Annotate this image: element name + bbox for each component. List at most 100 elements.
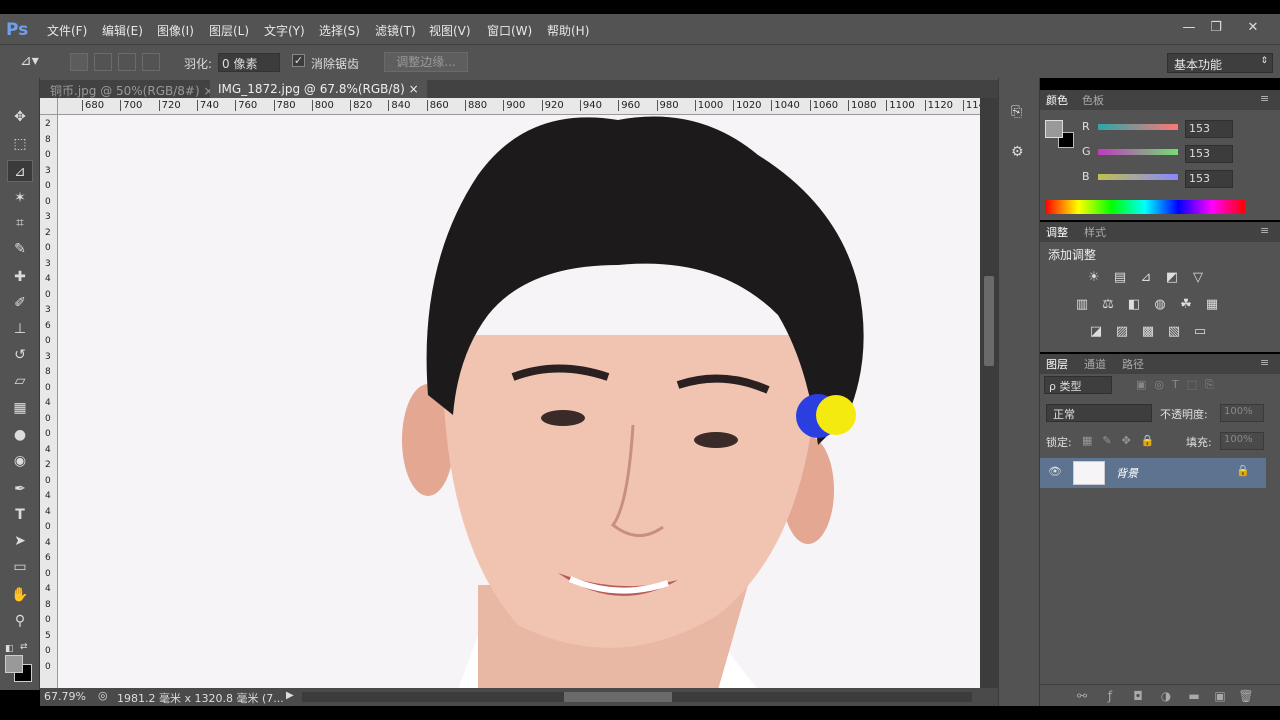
channel-r-slider[interactable] <box>1098 124 1178 130</box>
tab-adjustments[interactable]: 调整 <box>1046 224 1068 240</box>
menu-edit[interactable]: 编辑(E) <box>102 22 143 39</box>
zoom-level[interactable]: 67.79% <box>44 690 86 703</box>
image-canvas[interactable] <box>58 115 980 690</box>
eyedropper-tool-icon[interactable]: ✎ <box>7 238 33 260</box>
channel-g-slider[interactable] <box>1098 149 1178 155</box>
rectangle-tool-icon[interactable]: ▭ <box>7 556 33 578</box>
lasso-tool-icon[interactable]: ⊿ <box>7 160 33 182</box>
blur-tool-icon[interactable]: ● <box>7 424 33 446</box>
brightness-icon[interactable]: ☀ <box>1086 270 1102 286</box>
feather-input[interactable]: 0 像素 <box>218 53 280 72</box>
channel-mixer-icon[interactable]: ☘ <box>1178 297 1194 313</box>
trash-icon[interactable]: 🗑 <box>1238 689 1254 705</box>
mask-icon[interactable]: ◘ <box>1130 689 1146 705</box>
channel-b-slider[interactable] <box>1098 174 1178 180</box>
close-window-button[interactable]: ✕ <box>1243 18 1263 38</box>
menu-window[interactable]: 窗口(W) <box>487 22 532 39</box>
menu-view[interactable]: 视图(V) <box>429 22 471 39</box>
tab-img-1872[interactable]: IMG_1872.jpg @ 67.8%(RGB/8) × <box>210 80 427 100</box>
vertical-scrollbar[interactable] <box>980 98 998 690</box>
layer-filter-select[interactable]: ρ 类型 <box>1044 376 1112 394</box>
workspace-select[interactable]: 基本功能 ⇕ <box>1167 53 1273 73</box>
restore-button[interactable]: ❐ <box>1206 18 1226 38</box>
tab-tongbi[interactable]: 铜币.jpg @ 50%(RGB/8#) × <box>42 80 222 100</box>
layer-name[interactable]: 背景 <box>1116 465 1138 481</box>
posterize-icon[interactable]: ▨ <box>1114 324 1130 340</box>
link-layers-icon[interactable]: ⚯ <box>1074 689 1090 705</box>
tab-layers[interactable]: 图层 <box>1046 356 1068 372</box>
subtract-selection-icon[interactable] <box>118 53 136 71</box>
channel-r-input[interactable]: 153 <box>1185 120 1233 138</box>
marquee-tool-icon[interactable]: ⬚ <box>7 133 33 155</box>
black-white-icon[interactable]: ◧ <box>1126 297 1142 313</box>
doc-info-icon[interactable]: ◎ <box>98 689 108 702</box>
magic-wand-tool-icon[interactable]: ✶ <box>7 187 33 209</box>
adjustment-layer-icon[interactable]: ◑ <box>1158 689 1174 705</box>
gradient-map-icon[interactable]: ▭ <box>1192 324 1208 340</box>
layer-row[interactable]: 👁 背景 🔒 <box>1040 458 1266 488</box>
tab-close-icon[interactable]: × <box>409 82 419 96</box>
menu-select[interactable]: 选择(S) <box>319 22 360 39</box>
tab-color[interactable]: 颜色 <box>1046 92 1068 108</box>
tab-swatches[interactable]: 色板 <box>1082 92 1104 108</box>
eraser-tool-icon[interactable]: ▱ <box>7 370 33 392</box>
tab-paths[interactable]: 路径 <box>1122 356 1144 372</box>
blend-mode-select[interactable]: 正常 <box>1046 404 1152 422</box>
healing-brush-tool-icon[interactable]: ✚ <box>7 266 33 288</box>
fx-icon[interactable]: ƒ <box>1102 689 1118 705</box>
new-layer-icon[interactable]: ▣ <box>1212 689 1228 705</box>
vibrance-icon[interactable]: ▽ <box>1190 270 1206 286</box>
hscroll-thumb[interactable] <box>564 692 672 702</box>
menu-image[interactable]: 图像(I) <box>157 22 194 39</box>
minimize-button[interactable]: — <box>1179 18 1199 38</box>
panel-menu-icon[interactable]: ≡ <box>1260 92 1269 105</box>
history-panel-icon[interactable]: ⎘ <box>1011 104 1031 124</box>
color-lookup-icon[interactable]: ▦ <box>1204 297 1220 313</box>
hand-tool-icon[interactable]: ✋ <box>7 584 33 606</box>
hue-saturation-icon[interactable]: ▥ <box>1074 297 1090 313</box>
panel-menu-icon[interactable]: ≡ <box>1260 224 1269 237</box>
tab-channels[interactable]: 通道 <box>1084 356 1106 372</box>
color-spectrum-bar[interactable] <box>1045 200 1245 214</box>
crop-tool-icon[interactable]: ⌗ <box>7 212 33 234</box>
layer-filter-icons[interactable]: ▣◎T⬚⎘ <box>1136 378 1222 392</box>
dodge-tool-icon[interactable]: ◉ <box>7 450 33 472</box>
panel-menu-icon[interactable]: ≡ <box>1260 356 1269 369</box>
curves-icon[interactable]: ⊿ <box>1138 270 1154 286</box>
photo-filter-icon[interactable]: ◍ <box>1152 297 1168 313</box>
brush-tool-icon[interactable]: ✐ <box>7 292 33 314</box>
intersect-selection-icon[interactable] <box>142 53 160 71</box>
foreground-color-swatch[interactable] <box>5 655 23 673</box>
exposure-icon[interactable]: ◩ <box>1164 270 1180 286</box>
path-selection-tool-icon[interactable]: ➤ <box>7 530 33 552</box>
swap-colors-icon[interactable]: ⇄ <box>20 642 32 652</box>
foreground-color-chip[interactable] <box>1045 120 1063 138</box>
ruler-origin[interactable] <box>40 98 58 115</box>
menu-layer[interactable]: 图层(L) <box>209 22 249 39</box>
pen-tool-icon[interactable]: ✒ <box>7 478 33 500</box>
menu-help[interactable]: 帮助(H) <box>547 22 589 39</box>
lock-icons[interactable]: ▦✎✥🔒 <box>1082 434 1165 447</box>
gradient-tool-icon[interactable]: ▦ <box>7 397 33 419</box>
menu-file[interactable]: 文件(F) <box>47 22 87 39</box>
refine-edge-button[interactable]: 调整边缘... <box>384 52 468 72</box>
move-tool-icon[interactable]: ✥ <box>7 106 33 128</box>
threshold-icon[interactable]: ▩ <box>1140 324 1156 340</box>
channel-g-input[interactable]: 153 <box>1185 145 1233 163</box>
invert-icon[interactable]: ◪ <box>1088 324 1104 340</box>
type-tool-icon[interactable]: T <box>7 504 33 526</box>
selective-color-icon[interactable]: ▧ <box>1166 324 1182 340</box>
status-arrow-icon[interactable]: ▶ <box>286 690 294 701</box>
history-brush-tool-icon[interactable]: ↺ <box>7 344 33 366</box>
properties-panel-icon[interactable]: ⚙ <box>1011 144 1031 164</box>
color-balance-icon[interactable]: ⚖ <box>1100 297 1116 313</box>
new-selection-icon[interactable] <box>70 53 88 71</box>
eye-icon[interactable]: 👁 <box>1048 465 1062 478</box>
polygonal-lasso-preset-icon[interactable]: ⊿▾ <box>20 53 50 71</box>
scroll-thumb[interactable] <box>984 276 994 366</box>
levels-icon[interactable]: ▤ <box>1112 270 1128 286</box>
horizontal-scrollbar[interactable] <box>302 692 972 702</box>
default-colors-icon[interactable]: ◧ <box>5 644 17 654</box>
antialias-checkbox[interactable]: ✓ <box>292 54 305 67</box>
opacity-input[interactable]: 100% <box>1220 404 1264 422</box>
